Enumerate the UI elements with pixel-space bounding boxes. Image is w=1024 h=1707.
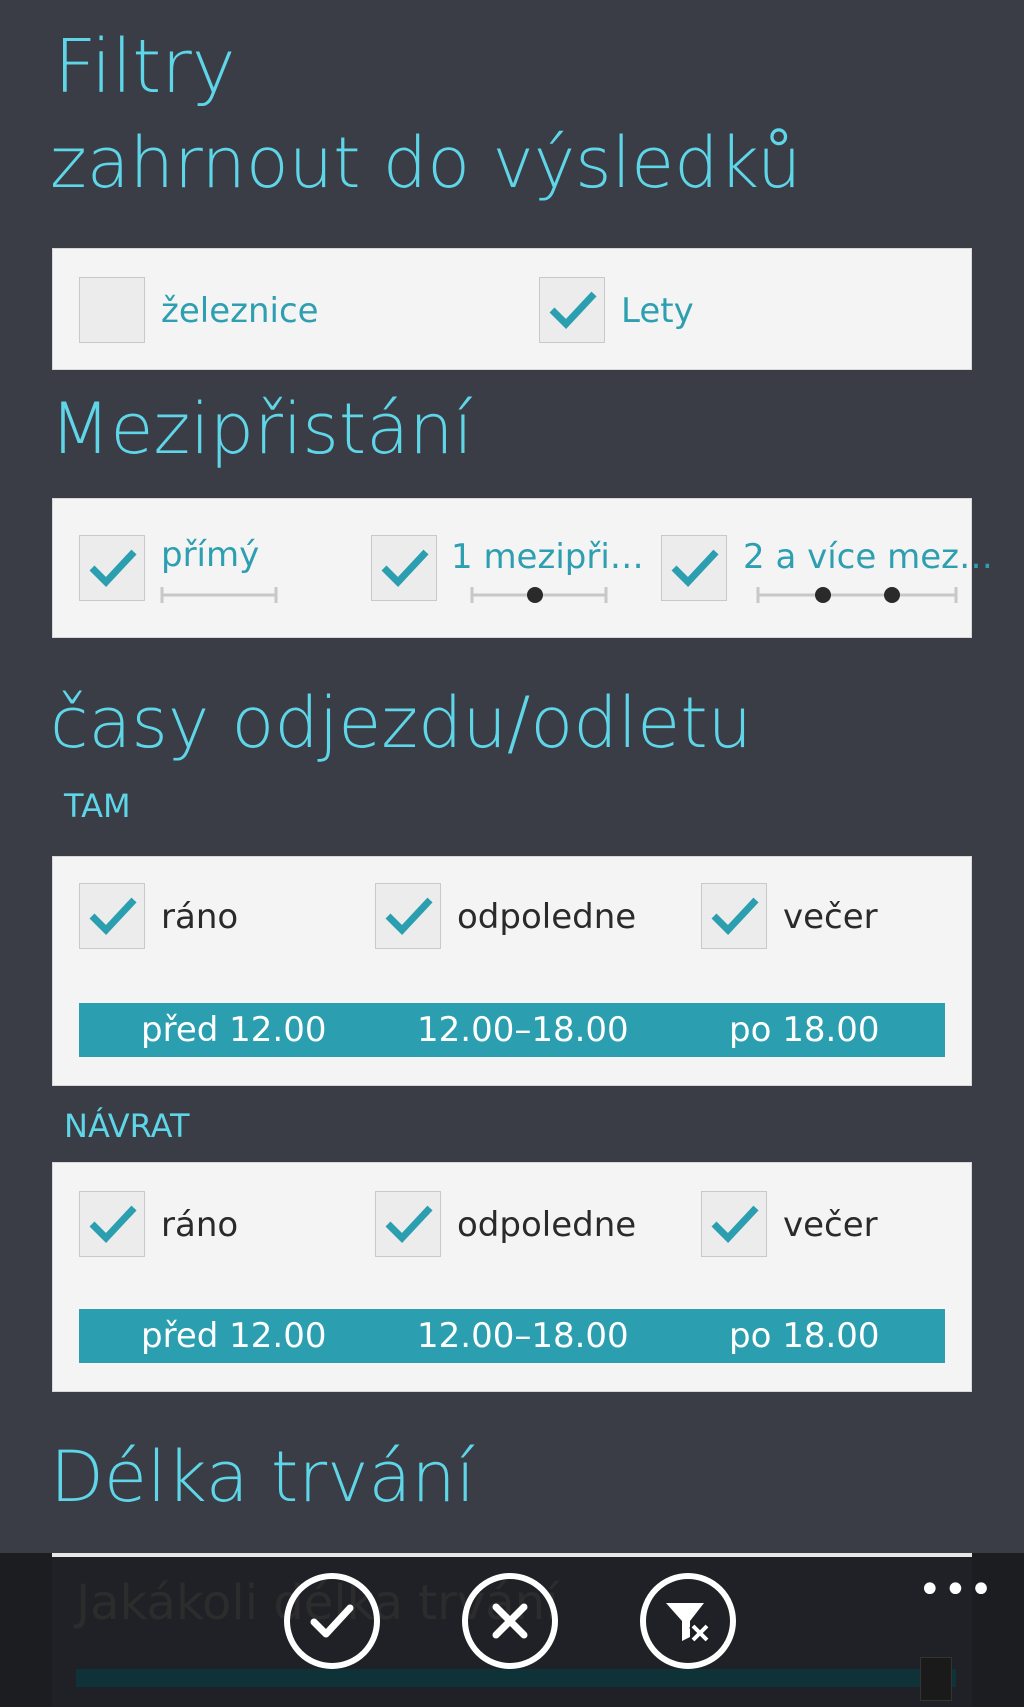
close-icon (492, 1603, 528, 1639)
app-bar: Jakákoli délka trvání ••• (0, 1553, 1024, 1707)
checkmark-icon (381, 549, 429, 588)
checkbox-outbound-afternoon[interactable] (375, 883, 441, 949)
checkbox-outbound-evening-label[interactable]: večer (783, 897, 878, 937)
checkmark-icon (385, 1205, 433, 1244)
time-range-morning: před 12.00 (141, 1010, 327, 1050)
more-options-button[interactable]: ••• (918, 1570, 995, 1610)
include-card: železnice Lety (52, 248, 972, 370)
checkbox-direct[interactable] (79, 535, 145, 601)
checkmark-icon (711, 897, 759, 936)
checkbox-outbound-morning-label[interactable]: ráno (161, 897, 238, 937)
checkmark-icon (711, 1205, 759, 1244)
outbound-card: ráno odpoledne večer před 12.00 12.00–18… (52, 856, 972, 1086)
confirm-button[interactable] (284, 1573, 380, 1669)
page-title: Filtry (54, 24, 236, 110)
duration-slider-thumb[interactable] (920, 1657, 952, 1701)
clear-filter-button[interactable] (640, 1573, 736, 1669)
checkbox-return-afternoon-label[interactable]: odpoledne (457, 1205, 636, 1245)
two-plus-stops-indicator (756, 585, 958, 605)
checkbox-one-stop[interactable] (371, 535, 437, 601)
checkmark-icon (89, 549, 137, 588)
time-range-evening: po 18.00 (729, 1010, 880, 1050)
clear-filter-icon (666, 1603, 711, 1644)
time-range-afternoon: 12.00–18.00 (417, 1010, 629, 1050)
cancel-button[interactable] (462, 1573, 558, 1669)
checkbox-outbound-morning[interactable] (79, 883, 145, 949)
checkbox-return-afternoon[interactable] (375, 1191, 441, 1257)
stops-heading: Mezipřistání (50, 388, 473, 470)
one-stop-indicator (470, 585, 608, 605)
checkbox-return-evening-label[interactable]: večer (783, 1205, 878, 1245)
checkmark-icon (549, 291, 597, 330)
checkmark-icon (310, 1604, 354, 1638)
checkbox-two-plus-stops-label[interactable]: 2 a více mez… (743, 537, 993, 577)
checkbox-flights-label[interactable]: Lety (621, 291, 694, 331)
direct-stops-indicator (160, 585, 278, 605)
checkmark-icon (671, 549, 719, 588)
checkmark-icon (89, 1205, 137, 1244)
checkbox-one-stop-label[interactable]: 1 mezipři… (451, 537, 644, 577)
checkbox-railway-label[interactable]: železnice (161, 291, 319, 331)
stops-card: přímý 1 mezipři… 2 a více mez… (52, 498, 993, 638)
duration-slider[interactable] (76, 1669, 956, 1687)
checkbox-return-morning[interactable] (79, 1191, 145, 1257)
duration-heading: Délka trvání (50, 1436, 476, 1518)
return-card: ráno odpoledne večer před 12.00 12.00–18… (52, 1162, 972, 1392)
checkbox-return-evening[interactable] (701, 1191, 767, 1257)
checkbox-return-morning-label[interactable]: ráno (161, 1205, 238, 1245)
checkbox-two-plus-stops[interactable] (661, 535, 727, 601)
checkbox-outbound-evening[interactable] (701, 883, 767, 949)
checkmark-icon (89, 897, 137, 936)
checkmark-icon (385, 897, 433, 936)
checkbox-flights[interactable] (539, 277, 605, 343)
return-time-ranges: před 12.00 12.00–18.00 po 18.00 (79, 1309, 945, 1363)
time-range-morning: před 12.00 (141, 1316, 327, 1356)
checkbox-outbound-afternoon-label[interactable]: odpoledne (457, 897, 636, 937)
return-label: NÁVRAT (64, 1107, 190, 1145)
time-range-evening: po 18.00 (729, 1316, 880, 1356)
include-heading: zahrnout do výsledků (50, 122, 802, 204)
checkbox-direct-label[interactable]: přímý (161, 535, 259, 575)
times-heading: časy odjezdu/odletu (50, 682, 753, 764)
time-range-afternoon: 12.00–18.00 (417, 1316, 629, 1356)
checkbox-railway[interactable] (79, 277, 145, 343)
outbound-time-ranges: před 12.00 12.00–18.00 po 18.00 (79, 1003, 945, 1057)
outbound-label: TAM (64, 787, 131, 825)
